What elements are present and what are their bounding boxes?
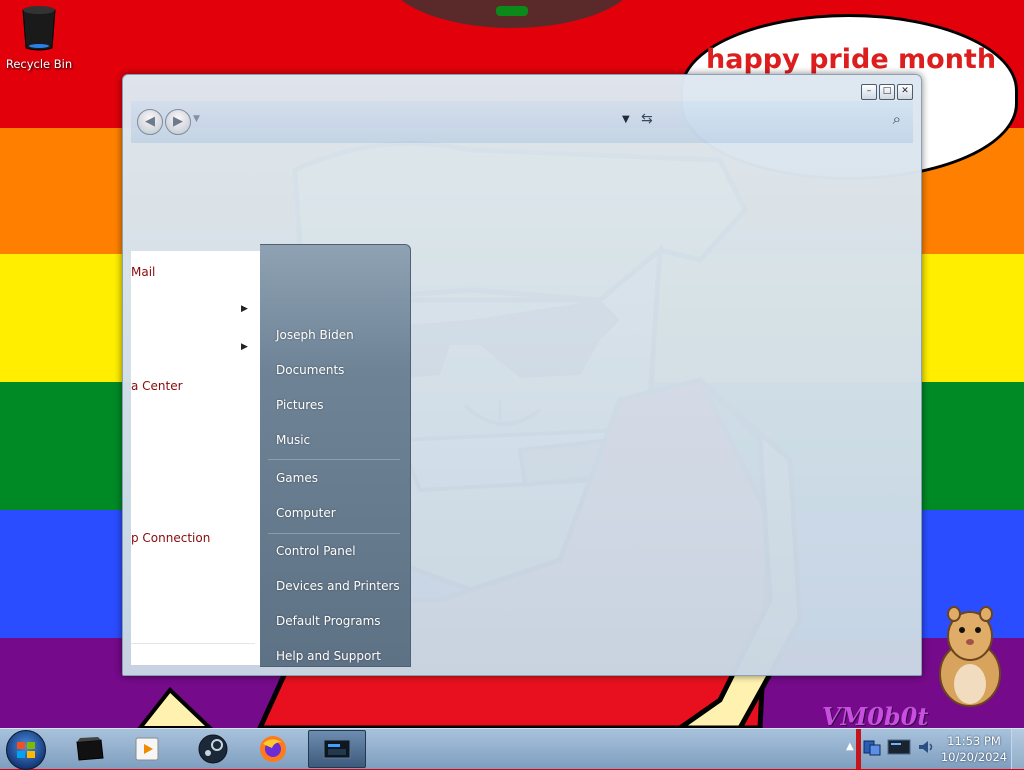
start-menu-help-support[interactable]: Help and Support [276,649,381,663]
windows-logo-icon [17,742,35,758]
window-controls: – □ ✕ [861,84,913,100]
start-menu-music[interactable]: Music [276,433,310,447]
show-hidden-icons-icon[interactable]: ▲ [846,741,854,752]
divider [268,533,400,534]
start-menu-item-mail[interactable]: Mail [131,265,155,279]
start-menu-computer[interactable]: Computer [276,506,336,520]
taskbar-recycle-bin[interactable] [60,730,118,768]
start-menu-games[interactable]: Games [276,471,318,485]
clock-time: 11:53 PM [947,734,1001,748]
address-dropdown-icon[interactable]: ▼ [622,114,630,125]
recycle-bin-icon [76,737,104,761]
start-menu-item-connection[interactable]: p Connection [131,531,210,545]
steam-icon [198,734,228,764]
divider [131,643,255,644]
start-menu-item-center[interactable]: a Center [131,379,183,393]
taskbar-explorer-window[interactable] [308,730,366,768]
taskbar-firefox[interactable] [244,730,302,768]
start-menu-places-pane: Joseph Biden Documents Pictures Music Ga… [260,244,411,667]
start-menu-user-folder[interactable]: Joseph Biden [276,328,354,342]
divider [268,459,400,460]
hamster-image [939,606,1001,707]
back-button[interactable]: ◀ [137,109,163,135]
network-icon[interactable] [886,737,912,757]
submenu-arrow-icon[interactable]: ▶ [241,304,248,314]
close-button[interactable]: ✕ [897,84,913,100]
taskbar-clock[interactable]: 11:53 PM 10/20/2024 [936,733,1012,765]
refresh-icon[interactable]: ⇆ [641,111,653,127]
recent-pages-dropdown-icon[interactable]: ▼ [193,114,200,124]
taskbar: ▲ 11:53 PM 10/20/2024 [0,728,1024,770]
start-menu-devices-printers[interactable]: Devices and Printers [276,579,400,593]
action-center-icon[interactable] [862,737,882,757]
forward-button[interactable]: ▶ [165,109,191,135]
search-icon[interactable]: ⌕ [893,110,901,128]
desktop-icon-recycle-bin[interactable]: Recycle Bin [4,4,74,71]
navigation-bar: ◀ ▶ ▼ ▼ ⇆ ⌕ [131,101,913,143]
tray-indicator [856,729,861,769]
speech-bubble-text: happy pride month [706,44,997,75]
start-menu-documents[interactable]: Documents [276,363,344,377]
minimize-button[interactable]: – [861,84,877,100]
show-desktop-button[interactable] [1011,729,1024,769]
start-button[interactable] [6,730,46,770]
start-menu-pictures[interactable]: Pictures [276,398,324,412]
taskbar-media-player[interactable] [118,730,176,768]
start-menu-default-programs[interactable]: Default Programs [276,614,381,628]
taskbar-steam[interactable] [184,730,242,768]
submenu-arrow-icon[interactable]: ▶ [241,342,248,352]
volume-icon[interactable] [916,737,936,757]
system-tray [862,737,936,757]
media-player-icon [135,737,159,761]
start-menu-programs-pane: Mail ▶ ▶ a Center p Connection [131,251,261,665]
recycle-bin-icon [22,6,56,51]
maximize-button[interactable]: □ [879,84,895,100]
clock-date: 10/20/2024 [940,750,1008,764]
window-icon [323,739,351,759]
start-menu-control-panel[interactable]: Control Panel [276,544,356,558]
desktop-icon-label: Recycle Bin [5,57,73,71]
firefox-icon [260,736,286,762]
watermark-text: VM0b0t [822,702,929,731]
